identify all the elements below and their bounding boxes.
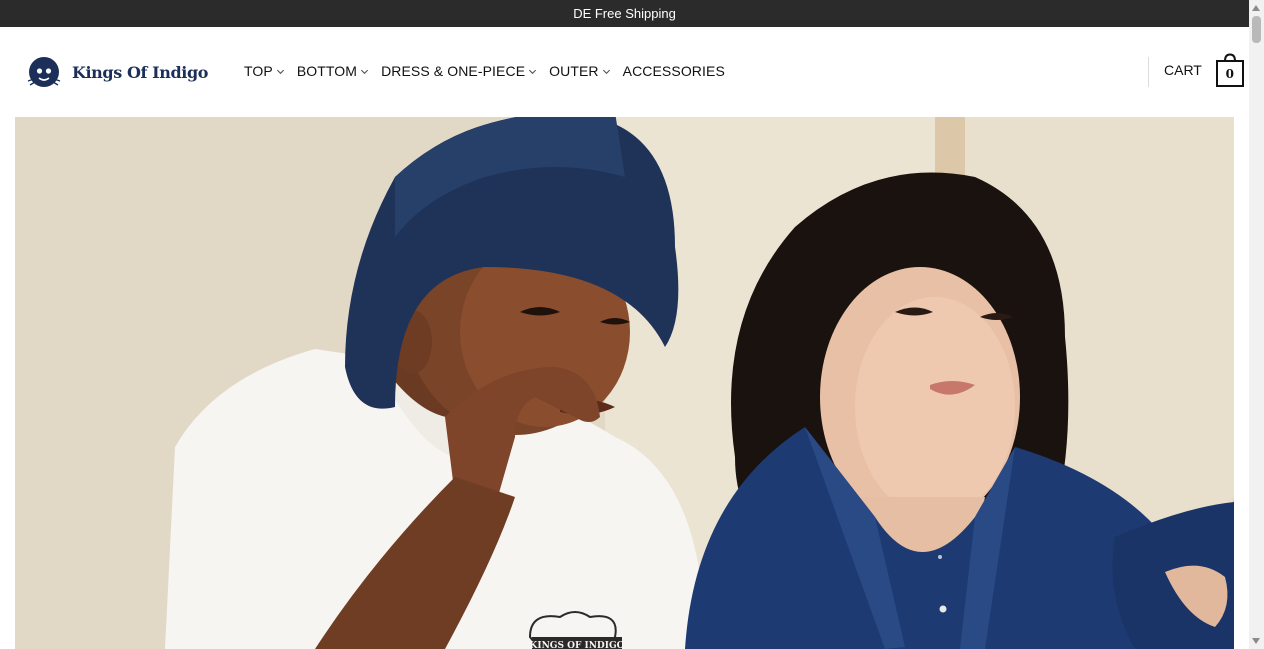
site-header: Kings Of Indigo TOP BOTTOM DRESS & ONE-P… [0,27,1249,117]
nav-item-bottom[interactable]: BOTTOM [297,63,369,79]
nav-item-label: BOTTOM [296,63,358,79]
nav-item-label: DRESS & ONE-PIECE [381,63,526,79]
nav-item-accessories[interactable]: ACCESSORIES [623,63,725,79]
hero-banner[interactable]: KINGS OF INDIGO [15,117,1234,649]
page-scrollbar[interactable] [1249,0,1264,649]
announcement-text: DE Free Shipping [573,6,676,21]
nav-item-label: TOP [244,63,273,79]
nav-item-label: OUTER [549,63,599,79]
header-divider [1148,57,1149,87]
chevron-down-icon [602,69,610,74]
scroll-up-arrow-icon[interactable] [1252,5,1260,11]
brand-logo[interactable]: Kings Of Indigo [26,54,208,90]
brand-name: Kings Of Indigo [72,62,209,82]
scroll-thumb[interactable] [1252,16,1261,43]
cart-count: 0 [1225,66,1235,81]
nav-item-label: ACCESSORIES [622,63,725,79]
nav-item-outer[interactable]: OUTER [549,63,611,79]
hero-image: KINGS OF INDIGO [15,117,1234,649]
cart-button[interactable]: CART 0 [1164,53,1244,87]
main-nav: TOP BOTTOM DRESS & ONE-PIECE OUTER ACCES… [244,63,737,79]
tshirt-print-text: KINGS OF INDIGO [530,641,625,649]
chevron-down-icon [361,69,369,74]
announcement-bar: DE Free Shipping [0,0,1249,27]
chevron-down-icon [276,69,284,74]
cart-label: CART [1164,62,1202,78]
lion-crest-icon [27,57,61,87]
shopping-bag-icon: 0 [1215,53,1244,87]
scroll-down-arrow-icon[interactable] [1252,638,1260,644]
nav-item-dress-one-piece[interactable]: DRESS & ONE-PIECE [381,63,537,79]
chevron-down-icon [529,69,537,74]
nav-item-top[interactable]: TOP [244,63,285,79]
